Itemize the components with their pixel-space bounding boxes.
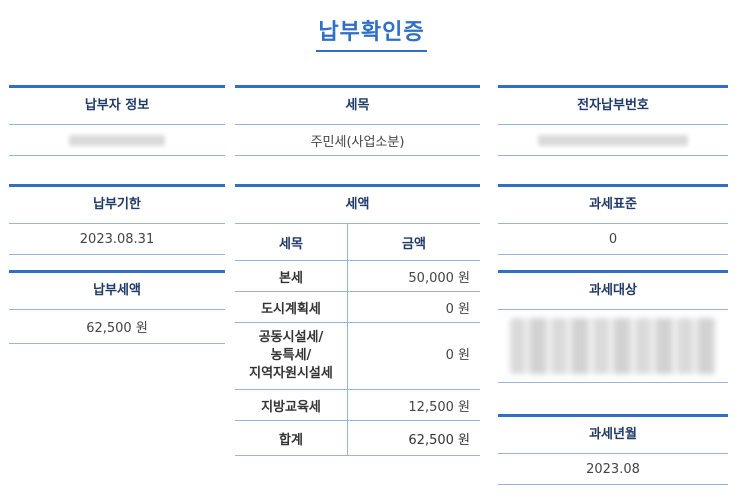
redacted-tax-object: [510, 318, 716, 374]
paid-amount-label: 납부세액: [9, 273, 225, 310]
due-date-value: 2023.08.31: [9, 224, 225, 255]
tax-year-month-label: 과세년월: [498, 417, 728, 454]
tax-year-month-box: 과세년월 2023.08: [498, 414, 728, 485]
tax-item-value: 주민세(사업소분): [235, 125, 480, 156]
tax-object-value: [498, 310, 728, 383]
row-tax-name: 지방교육세: [235, 389, 348, 421]
tax-object-label: 과세대상: [498, 273, 728, 310]
row-tax-name: 본세: [235, 260, 348, 292]
tax-year-month-value: 2023.08: [498, 454, 728, 485]
row-tax-name-line: 공동시설세/: [258, 330, 324, 345]
total-amount: 62,500 원: [347, 420, 480, 456]
table-row: 본세 50,000 원: [235, 260, 480, 292]
due-date-box: 납부기한 2023.08.31: [9, 184, 225, 255]
table-total-row: 합계 62,500 원: [235, 420, 480, 456]
tax-item-label: 세목: [235, 88, 480, 125]
table-row: 공동시설세/ 농특세/ 지역자원시설세 0 원: [235, 322, 480, 390]
tax-base-box: 과세표준 0: [498, 184, 728, 255]
tax-amount-label: 세액: [235, 187, 480, 224]
payer-info-value: [9, 125, 225, 156]
due-date-label: 납부기한: [9, 187, 225, 224]
e-payment-no-value: [498, 125, 728, 156]
row-tax-amount: 0 원: [347, 322, 480, 390]
tax-amount-box: 세액 세목 금액 본세 50,000 원 도시계획세 0 원 공동시설세/ 농특…: [235, 184, 480, 456]
paid-amount-box: 납부세액 62,500 원: [9, 270, 225, 344]
table-row: 도시계획세 0 원: [235, 291, 480, 323]
total-label: 합계: [235, 420, 348, 456]
paid-amount-value: 62,500 원: [9, 310, 225, 344]
column-header-tax-item: 세목: [235, 224, 348, 261]
tax-base-value: 0: [498, 224, 728, 255]
row-tax-name-multiline: 공동시설세/ 농특세/ 지역자원시설세: [235, 322, 348, 390]
table-header-row: 세목 금액: [235, 224, 480, 261]
row-tax-name: 도시계획세: [235, 291, 348, 323]
e-payment-no-label: 전자납부번호: [498, 88, 728, 125]
tax-amount-table: 세목 금액 본세 50,000 원 도시계획세 0 원 공동시설세/ 농특세/ …: [235, 224, 480, 456]
row-tax-amount: 0 원: [347, 291, 480, 323]
row-tax-amount: 12,500 원: [347, 389, 480, 421]
row-tax-name-line: 지역자원시설세: [249, 366, 333, 381]
page-title-wrap: 납부확인증: [0, 14, 743, 52]
payer-info-box: 납부자 정보: [9, 85, 225, 156]
table-row: 지방교육세 12,500 원: [235, 389, 480, 421]
e-payment-no-box: 전자납부번호: [498, 85, 728, 156]
redacted-payer-name: [69, 134, 165, 146]
redacted-payment-number: [538, 134, 688, 146]
tax-object-box: 과세대상: [498, 270, 728, 383]
tax-item-box: 세목 주민세(사업소분): [235, 85, 480, 156]
row-tax-name-line: 농특세/: [270, 348, 312, 363]
column-header-amount: 금액: [347, 224, 480, 261]
payer-info-label: 납부자 정보: [9, 88, 225, 125]
tax-base-label: 과세표준: [498, 187, 728, 224]
row-tax-amount: 50,000 원: [347, 260, 480, 292]
page-title: 납부확인증: [316, 14, 427, 52]
